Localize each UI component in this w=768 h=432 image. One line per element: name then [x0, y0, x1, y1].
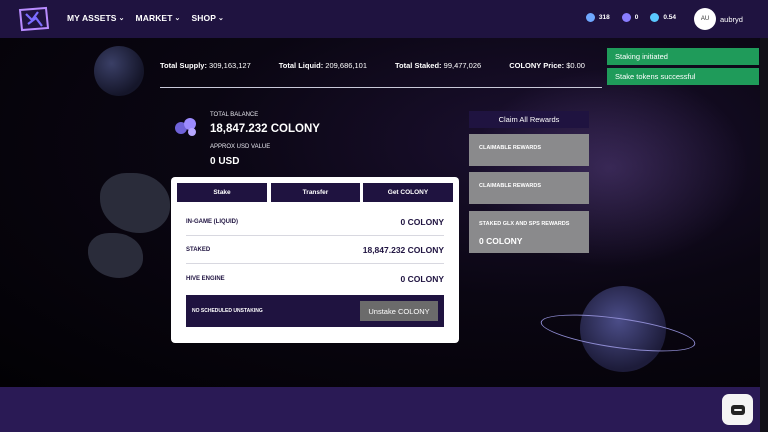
no-unstaking-text: NO SCHEDULED UNSTAKING — [192, 308, 263, 314]
resource-counters: 318 0 0.54 — [585, 13, 676, 22]
stat-total-liquid: Total Liquid: 209,686,101 — [278, 61, 368, 70]
username[interactable]: aubryd — [720, 15, 743, 24]
claimable-rewards-box-2: CLAIMABLE REWARDS — [469, 172, 589, 204]
unstaking-panel: NO SCHEDULED UNSTAKING Unstake COLONY — [186, 295, 444, 327]
resource-feather: 0.54 — [650, 13, 676, 22]
balance-row-in-game: IN-GAME (LIQUID) 0 COLONY — [186, 209, 444, 236]
transfer-button[interactable]: Transfer — [271, 183, 360, 202]
get-colony-button[interactable]: Get COLONY — [363, 183, 453, 202]
energy-icon — [621, 13, 631, 22]
balance-row-hive-engine: HIVE ENGINE 0 COLONY — [186, 273, 444, 284]
footer — [0, 387, 768, 432]
resource-energy: 0 — [621, 13, 638, 22]
nav-shop[interactable]: SHOP ⌄ — [191, 13, 223, 23]
stake-button[interactable]: Stake — [177, 183, 267, 202]
avatar[interactable]: AU — [694, 8, 716, 30]
chevron-down-icon: ⌄ — [118, 15, 125, 22]
staking-card: Stake Transfer Get COLONY IN-GAME (LIQUI… — [171, 177, 459, 343]
total-balance-value: 18,847.232 COLONY — [210, 123, 320, 135]
claimable-rewards-box-1: CLAIMABLE REWARDS — [469, 134, 589, 166]
nav-market[interactable]: MARKET ⌄ — [136, 13, 181, 23]
total-balance-label: TOTAL BALANCE — [210, 112, 259, 118]
page-scrollbar[interactable] — [760, 38, 768, 432]
stat-price: COLONY Price: $0.00 — [509, 61, 585, 70]
crystal-icon — [585, 13, 595, 22]
divider — [160, 87, 602, 88]
stat-total-staked: Total Staked: 99,477,026 — [395, 61, 482, 70]
stat-total-supply: Total Supply: 309,163,127 — [160, 61, 251, 70]
chat-icon — [730, 404, 745, 415]
colony-logo-icon[interactable] — [16, 6, 50, 32]
chat-widget-button[interactable] — [722, 394, 753, 425]
nav-menu: MY ASSETS ⌄ MARKET ⌄ SHOP ⌄ — [67, 13, 224, 23]
feather-icon — [650, 13, 660, 22]
asteroid-decoration — [100, 173, 170, 233]
toast-stake-success[interactable]: Stake tokens successful — [607, 68, 759, 85]
planet-decoration — [94, 46, 144, 96]
unstake-button[interactable]: Unstake COLONY — [360, 301, 438, 321]
balance-row-staked: STAKED 18,847.232 COLONY — [186, 237, 444, 264]
staked-rewards-box: STAKED GLX AND SPS REWARDS 0 COLONY — [469, 211, 589, 253]
asteroid-decoration — [88, 233, 143, 278]
resource-crystal: 318 — [585, 13, 610, 22]
colony-token-icon — [175, 118, 196, 136]
chevron-down-icon: ⌄ — [174, 15, 181, 22]
usd-value-label: APPROX USD VALUE — [210, 144, 271, 150]
top-nav: MY ASSETS ⌄ MARKET ⌄ SHOP ⌄ 318 0 0.54 AU a… — [0, 0, 768, 38]
nav-my-assets[interactable]: MY ASSETS ⌄ — [67, 13, 125, 23]
token-stats: Total Supply: 309,163,127 Total Liquid: … — [160, 61, 613, 70]
usd-value: 0 USD — [210, 156, 240, 167]
chevron-down-icon: ⌄ — [217, 15, 224, 22]
claim-all-rewards-button[interactable]: Claim All Rewards — [469, 111, 589, 128]
toast-staking-initiated[interactable]: Staking initiated — [607, 48, 759, 65]
